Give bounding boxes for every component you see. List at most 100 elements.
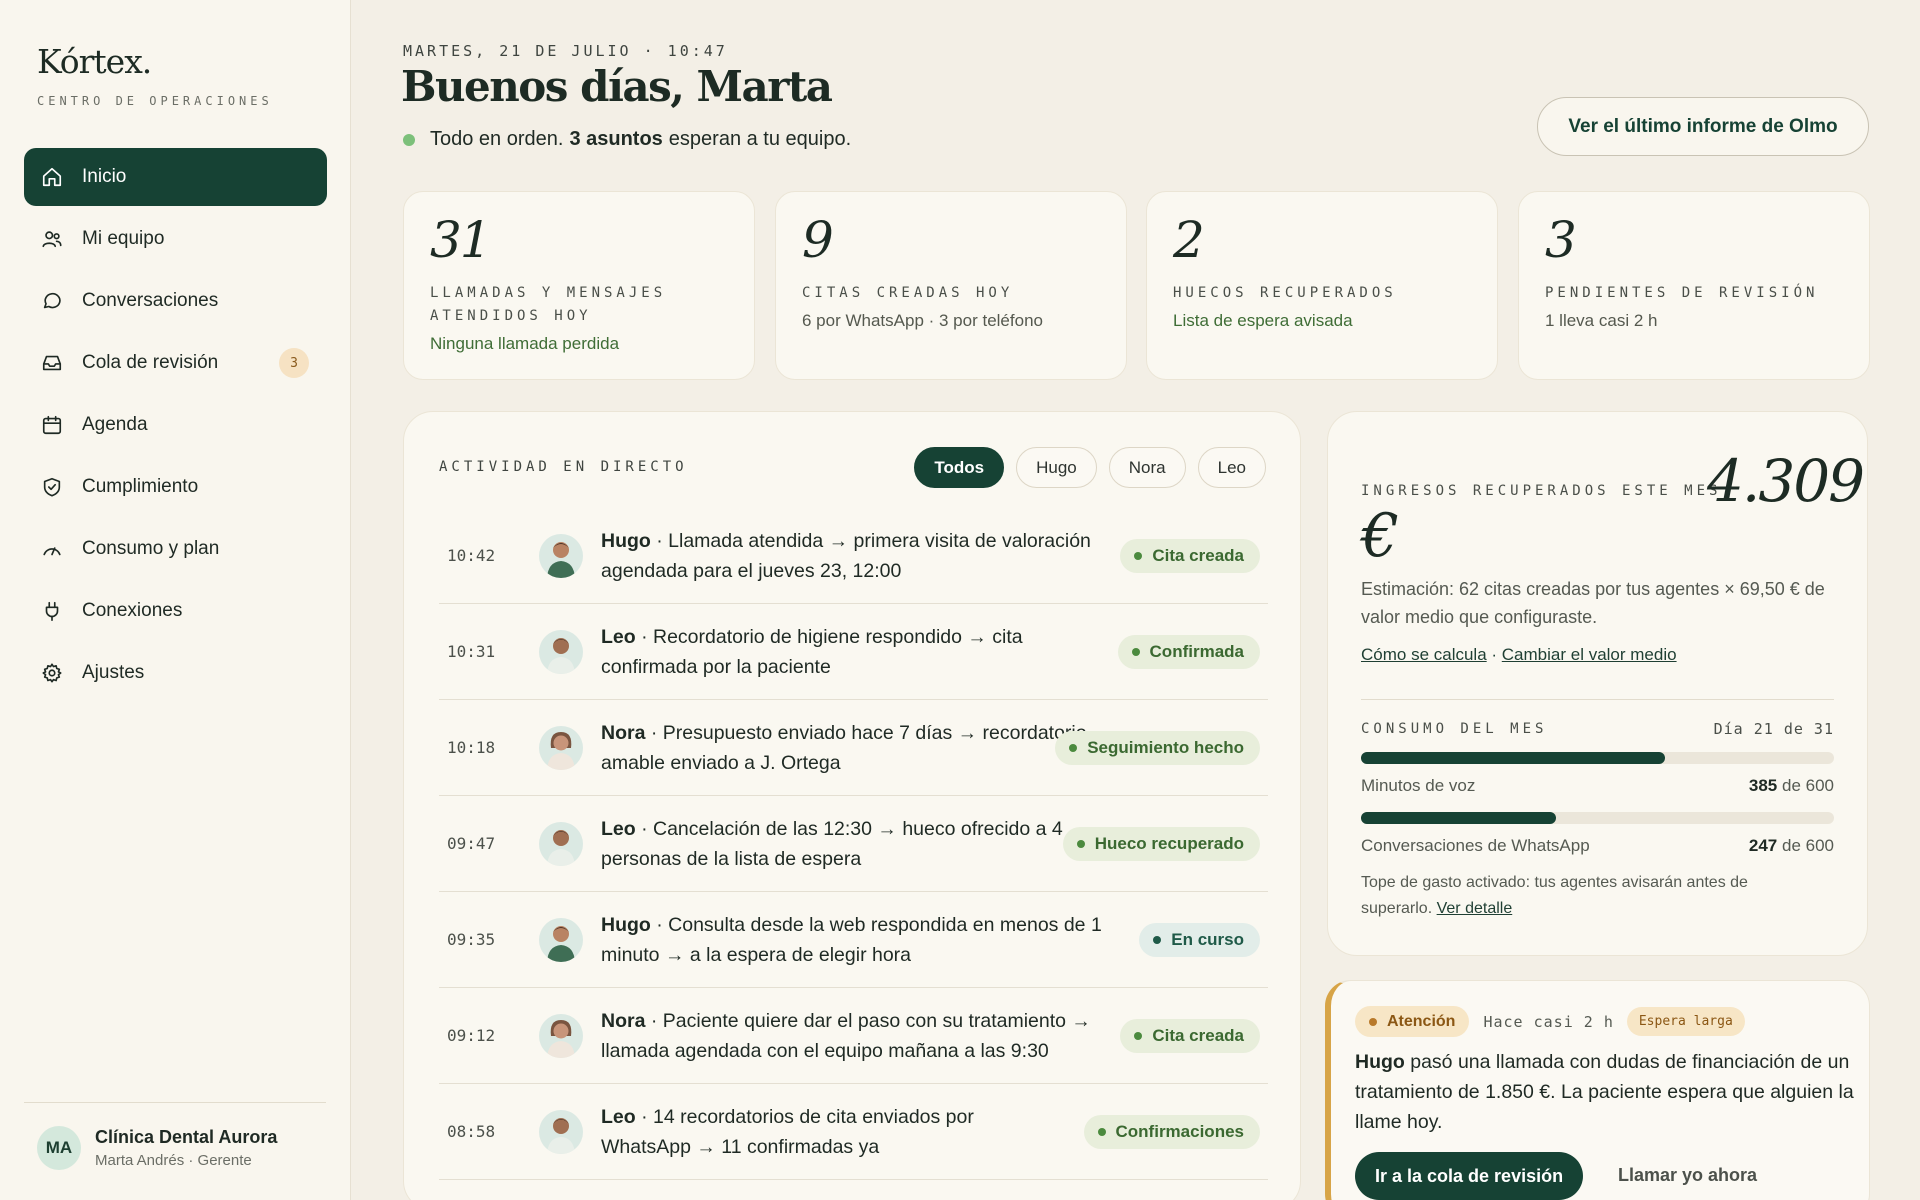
usage-name: Conversaciones de WhatsApp bbox=[1361, 836, 1590, 855]
activity-text: · Consulta desde la web respondida en me… bbox=[601, 913, 1102, 966]
status-badge: Confirmada bbox=[1117, 634, 1260, 669]
revenue-value: 4.309 bbox=[1707, 447, 1865, 515]
activity-row[interactable]: 10:42 Hugo · Llamada atendida → primera … bbox=[439, 508, 1268, 604]
status-dot bbox=[1134, 551, 1143, 560]
status-label: Cita creada bbox=[1152, 1025, 1244, 1045]
revenue-currency: € bbox=[1361, 501, 1400, 571]
clinic-name: Clínica Dental Aurora bbox=[95, 1127, 278, 1147]
status-dot bbox=[1131, 647, 1140, 656]
agent-nora-avatar bbox=[539, 1013, 583, 1058]
plug-icon bbox=[40, 599, 64, 623]
stat-card-huecos[interactable]: 2 HUECOS RECUPERADOS Lista de espera avi… bbox=[1146, 191, 1498, 380]
stat-card-atendidos[interactable]: 31 LLAMADAS Y MENSAJES ATENDIDOS HOY Nin… bbox=[403, 191, 755, 380]
revenue-divider bbox=[1361, 699, 1834, 700]
stat-label: CITAS CREADAS HOY bbox=[802, 285, 1014, 301]
brand-subtitle: CENTRO DE OPERACIONES bbox=[37, 94, 273, 108]
activity-row[interactable]: 10:31 Leo · Recordatorio de higiene resp… bbox=[439, 604, 1268, 700]
account-avatar: MA bbox=[37, 1126, 81, 1170]
activity-row[interactable]: 09:12 Nora · Paciente quiere dar el paso… bbox=[439, 988, 1268, 1084]
filter-leo[interactable]: Leo bbox=[1197, 447, 1266, 488]
sidebar-item-label: Cumplimiento bbox=[82, 476, 199, 497]
attention-badge: Atención bbox=[1355, 1006, 1470, 1037]
voice-minutes-fill bbox=[1361, 752, 1665, 764]
long-wait-badge: Espera larga bbox=[1626, 1007, 1745, 1036]
status-label: Cita creada bbox=[1152, 545, 1244, 565]
latest-report-button[interactable]: Ver el último informe de Olmo bbox=[1537, 97, 1869, 156]
call-now-button[interactable]: Llamar yo ahora bbox=[1618, 1165, 1757, 1186]
calendar-icon bbox=[40, 413, 64, 437]
activity-time: 10:18 bbox=[447, 738, 496, 757]
alert-time: Hace casi 2 h bbox=[1483, 1012, 1614, 1031]
stat-value: 2 bbox=[1173, 211, 1205, 269]
spend-cap-text: Tope de gasto activado: tus agentes avis… bbox=[1361, 874, 1748, 917]
usage-name: Minutos de voz bbox=[1361, 776, 1476, 795]
sidebar-item-label: Agenda bbox=[82, 414, 148, 435]
how-calculated-link[interactable]: Cómo se calcula bbox=[1361, 645, 1487, 664]
status-suffix: esperan a tu equipo. bbox=[668, 128, 852, 150]
brand-logo[interactable]: Kórtex. bbox=[37, 42, 152, 81]
change-average-value-link[interactable]: Cambiar el valor medio bbox=[1502, 645, 1677, 664]
activity-text: · Llamada atendida → primera visita de v… bbox=[601, 529, 1091, 582]
sidebar-item-cola-de-revision[interactable]: Cola de revisión 3 bbox=[24, 334, 327, 392]
status-label: Confirmaciones bbox=[1115, 1121, 1244, 1141]
activity-time: 09:47 bbox=[447, 834, 496, 853]
status-label: Seguimiento hecho bbox=[1087, 737, 1244, 757]
recovered-revenue-card: INGRESOS RECUPERADOS ESTE MES 4.309 € Es… bbox=[1327, 411, 1868, 956]
status-badge: En curso bbox=[1139, 922, 1260, 957]
sidebar-item-conversaciones[interactable]: Conversaciones bbox=[24, 272, 327, 330]
filter-nora[interactable]: Nora bbox=[1108, 447, 1186, 488]
sidebar-item-inicio[interactable]: Inicio bbox=[24, 148, 327, 206]
account-switcher[interactable]: MA Clínica Dental Aurora Marta Andrés · … bbox=[37, 1126, 277, 1170]
stat-label: HUECOS RECUPERADOS bbox=[1173, 285, 1397, 301]
status-summary: Todo en orden. 3 asuntos esperan a tu eq… bbox=[403, 128, 851, 151]
agent-nora-avatar bbox=[539, 725, 583, 770]
page-title: Buenos días, Marta bbox=[401, 62, 833, 111]
sidebar-item-label: Ajustes bbox=[82, 662, 145, 683]
stat-value: 31 bbox=[430, 211, 492, 269]
alert-message: Hugo pasó una llamada con dudas de finan… bbox=[1355, 1047, 1855, 1137]
go-to-review-queue-button[interactable]: Ir a la cola de revisión bbox=[1355, 1152, 1584, 1200]
activity-row[interactable]: 10:18 Nora · Presupuesto enviado hace 7 … bbox=[439, 700, 1268, 796]
activity-row[interactable]: 09:35 Hugo · Consulta desde la web respo… bbox=[439, 892, 1268, 988]
sidebar-item-ajustes[interactable]: Ajustes bbox=[24, 644, 327, 702]
user-role: Marta Andrés · Gerente bbox=[95, 1152, 252, 1169]
agent-name: Hugo bbox=[601, 913, 651, 936]
revenue-links: Cómo se calcula · Cambiar el valor medio bbox=[1361, 645, 1677, 665]
usage-total: de 600 bbox=[1777, 776, 1834, 795]
activity-row[interactable]: 09:47 Leo · Cancelación de las 12:30 → h… bbox=[439, 796, 1268, 892]
sidebar-item-mi-equipo[interactable]: Mi equipo bbox=[24, 210, 327, 268]
filter-hugo[interactable]: Hugo bbox=[1016, 447, 1097, 488]
link-separator: · bbox=[1486, 645, 1502, 664]
status-label: Confirmada bbox=[1149, 641, 1244, 661]
spend-cap-note: Tope de gasto activado: tus agentes avis… bbox=[1361, 870, 1821, 922]
sidebar-item-label: Mi equipo bbox=[82, 228, 165, 249]
revenue-description: Estimación: 62 citas creadas por tus age… bbox=[1361, 579, 1825, 627]
filter-todos[interactable]: Todos bbox=[914, 447, 1005, 488]
users-icon bbox=[40, 227, 64, 251]
sidebar-item-agenda[interactable]: Agenda bbox=[24, 396, 327, 454]
whatsapp-progress bbox=[1361, 812, 1834, 824]
activity-row[interactable]: 08:58 Leo · 14 recordatorios de cita env… bbox=[439, 1084, 1268, 1180]
activity-text: · Cancelación de las 12:30 → hueco ofrec… bbox=[601, 817, 1063, 870]
stat-label: PENDIENTES DE REVISIÓN bbox=[1545, 285, 1819, 301]
status-dot bbox=[1097, 1127, 1106, 1136]
usage-value: 385 de 600 bbox=[1749, 776, 1834, 796]
stat-card-citas[interactable]: 9 CITAS CREADAS HOY 6 por WhatsApp · 3 p… bbox=[775, 191, 1127, 380]
usage-day: Día 21 de 31 bbox=[1713, 720, 1834, 738]
agent-name: Nora bbox=[601, 1009, 646, 1032]
status-badge: Cita creada bbox=[1120, 538, 1260, 573]
home-icon bbox=[40, 165, 64, 189]
usage-total: de 600 bbox=[1777, 836, 1834, 855]
activity-time: 10:31 bbox=[447, 642, 496, 661]
sidebar-item-conexiones[interactable]: Conexiones bbox=[24, 582, 327, 640]
status-badge: Confirmaciones bbox=[1083, 1114, 1260, 1149]
status-prefix: Todo en orden. bbox=[430, 128, 564, 150]
alert-text: pasó una llamada con dudas de financiaci… bbox=[1355, 1051, 1854, 1133]
usage-title: CONSUMO DEL MES bbox=[1361, 721, 1548, 737]
sidebar-item-cumplimiento[interactable]: Cumplimiento bbox=[24, 458, 327, 516]
sidebar-item-consumo-y-plan[interactable]: Consumo y plan bbox=[24, 520, 327, 578]
sidebar-item-label: Conversaciones bbox=[82, 290, 219, 311]
view-detail-link[interactable]: Ver detalle bbox=[1437, 900, 1513, 917]
revenue-label: INGRESOS RECUPERADOS ESTE MES bbox=[1361, 483, 1722, 499]
stat-card-pendientes[interactable]: 3 PENDIENTES DE REVISIÓN 1 lleva casi 2 … bbox=[1518, 191, 1870, 380]
